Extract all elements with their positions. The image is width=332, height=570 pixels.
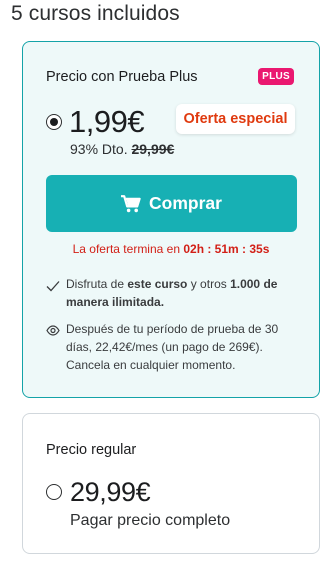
regular-plan-card[interactable]: Precio regular 29,99€ Pagar precio compl…: [22, 413, 320, 554]
timer-prefix: La oferta termina en: [72, 242, 184, 256]
plus-plan-price: 1,99€: [69, 104, 145, 139]
offer-timer: La oferta termina en 02h : 51m : 35s: [23, 242, 319, 256]
special-offer-badge: Oferta especial: [176, 104, 295, 134]
regular-plan-radio[interactable]: [46, 484, 62, 500]
included-courses-heading: 5 cursos incluidos: [11, 2, 180, 25]
plus-plan-radio[interactable]: [46, 114, 62, 130]
regular-plan-title: Precio regular: [46, 442, 137, 458]
buy-button[interactable]: Comprar: [46, 175, 297, 232]
buy-button-label: Comprar: [149, 193, 222, 213]
cart-icon: [121, 194, 141, 212]
feature1-text-b: y otros: [187, 277, 231, 291]
feature1-text-a: Disfruta de: [66, 277, 128, 291]
original-price: 29,99€: [131, 141, 175, 157]
feature1-bold-a: este curso: [127, 277, 188, 291]
discount-info: 93% Dto. 29,99€: [70, 141, 174, 157]
trial-terms-feature: Después de tu período de prueba de 30 dí…: [66, 322, 279, 372]
discount-label: 93% Dto.: [70, 141, 128, 157]
regular-plan-price: 29,99€: [70, 477, 151, 507]
regular-plan-subtitle: Pagar precio completo: [70, 512, 231, 529]
check-icon: [46, 281, 60, 292]
plus-plan-title: Precio con Prueba Plus: [46, 69, 198, 85]
plus-plan-card[interactable]: Precio con Prueba Plus PLUS 1,99€ Oferta…: [22, 41, 320, 398]
eye-icon: [46, 325, 60, 336]
plus-badge: PLUS: [258, 68, 294, 85]
timer-countdown: 02h : 51m : 35s: [183, 242, 270, 256]
unlimited-access-feature: Disfruta de este curso y otros 1.000 de …: [66, 275, 298, 311]
